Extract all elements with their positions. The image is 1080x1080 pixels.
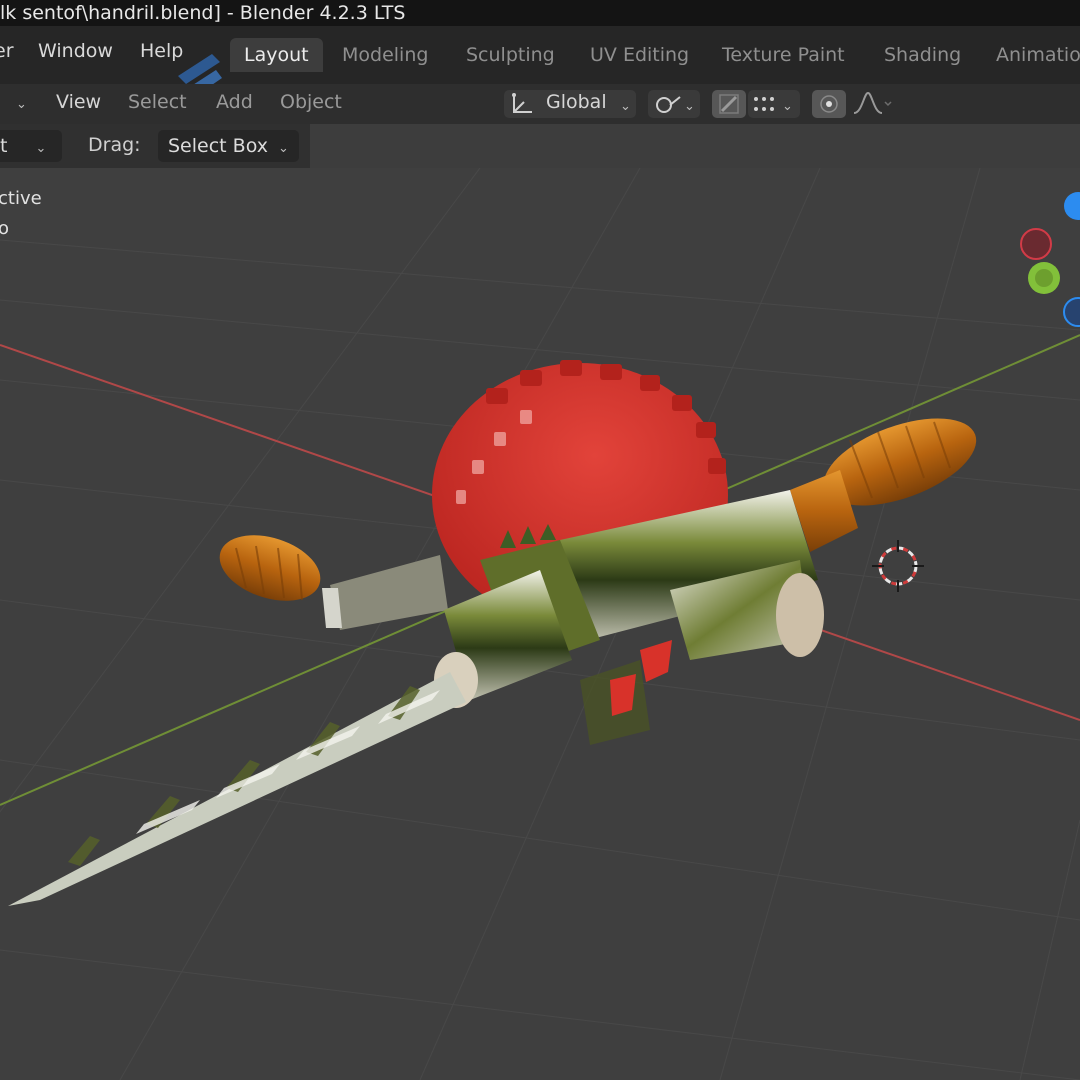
chevron-down-icon: ⌄ bbox=[782, 99, 793, 114]
select-menu[interactable]: Select bbox=[128, 91, 187, 113]
menu-item-window[interactable]: Window bbox=[38, 40, 113, 62]
chevron-down-icon: ⌄ bbox=[684, 99, 695, 114]
link-icon bbox=[656, 96, 681, 113]
left-crank-handle bbox=[219, 535, 448, 630]
viewport-overlay-collection: o bbox=[0, 218, 10, 239]
viewport-scene bbox=[0, 168, 1080, 1080]
view-menu[interactable]: View bbox=[56, 91, 101, 113]
viewport-overlay-view-name: ctive bbox=[0, 188, 42, 209]
viewport-header: ⌄ View Select Add Object Global ⌄ ⌄ ⌄ bbox=[0, 84, 1080, 124]
tab-texture-paint[interactable]: Texture Paint bbox=[708, 38, 859, 72]
object-menu[interactable]: Object bbox=[280, 91, 342, 113]
drill-bit bbox=[8, 672, 466, 906]
top-menu-bar: er Window Help Layout Modeling Sculpting… bbox=[0, 26, 1080, 100]
transform-mode-dropdown[interactable]: t ⌄ bbox=[0, 130, 62, 162]
3d-viewport[interactable]: ctive o bbox=[0, 168, 1080, 1080]
3d-cursor-icon bbox=[872, 540, 924, 592]
tab-animation[interactable]: Animation bbox=[982, 38, 1080, 72]
window-title: lk sentof\handril.blend] - Blender 4.2.3… bbox=[0, 2, 406, 24]
transform-pivot-icon bbox=[512, 93, 532, 113]
right-handle bbox=[790, 418, 977, 552]
tab-uv-editing[interactable]: UV Editing bbox=[576, 38, 703, 72]
tab-modeling[interactable]: Modeling bbox=[328, 38, 442, 72]
mode-dropdown[interactable]: ⌄ bbox=[2, 91, 27, 113]
navigation-gizmo-icon bbox=[1020, 192, 1080, 327]
blender-window: lk sentof\handril.blend] - Blender 4.2.3… bbox=[0, 0, 1080, 1080]
menu-item-partial[interactable]: er bbox=[0, 40, 14, 62]
orientation-label: Global bbox=[546, 91, 607, 113]
tab-layout[interactable]: Layout bbox=[230, 38, 323, 72]
falloff-curve-icon[interactable] bbox=[852, 91, 892, 117]
title-bar: lk sentof\handril.blend] - Blender 4.2.3… bbox=[0, 0, 1080, 26]
tab-shading[interactable]: Shading bbox=[870, 38, 975, 72]
add-menu[interactable]: Add bbox=[216, 91, 253, 113]
tab-sculpting[interactable]: Sculpting bbox=[452, 38, 569, 72]
drag-select-box-dropdown[interactable]: Select Box ⌄ bbox=[158, 130, 299, 162]
tool-settings-bar: t ⌄ Drag: Select Box ⌄ bbox=[0, 124, 310, 168]
chevron-down-icon: ⌄ bbox=[620, 99, 631, 114]
snap-increment-icon bbox=[754, 97, 774, 111]
drag-label: Drag: bbox=[88, 134, 141, 156]
snap-icon bbox=[719, 94, 739, 114]
proportional-editing-icon bbox=[820, 95, 838, 113]
